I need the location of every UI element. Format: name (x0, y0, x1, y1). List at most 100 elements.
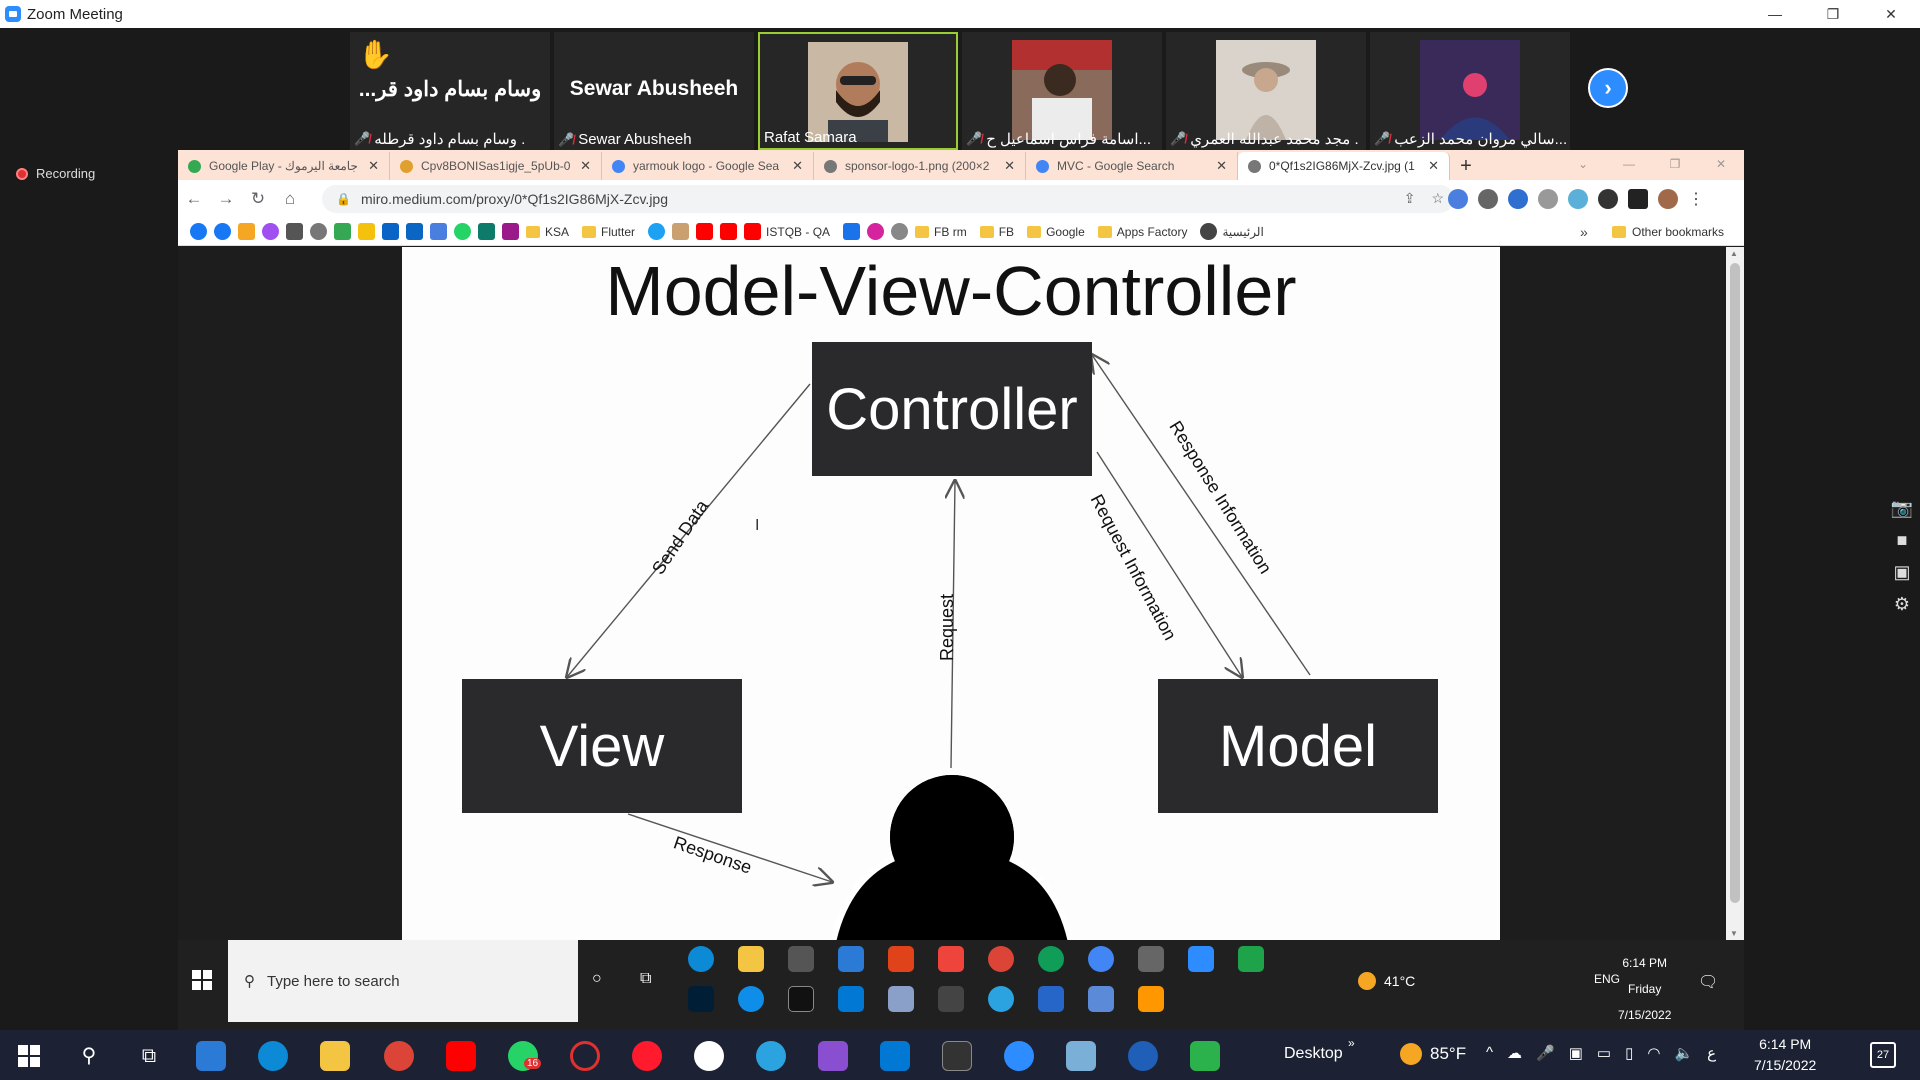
task-view-icon[interactable]: ⧉ (640, 970, 651, 988)
windows-start-icon[interactable] (192, 970, 212, 990)
toolbar-expand-icon[interactable]: » (1348, 1036, 1355, 1050)
close-button[interactable]: ✕ (1862, 0, 1920, 28)
browser-tab[interactable]: sponsor-logo-1.png (200×2 ✕ (814, 152, 1026, 180)
app-tray-icon[interactable]: ▣ (1569, 1044, 1583, 1062)
address-bar[interactable]: 🔒 miro.medium.com/proxy/0*Qf1s2IG86MjX-Z… (322, 185, 1454, 213)
restore-button[interactable]: ❐ (1804, 0, 1862, 28)
page-scrollbar[interactable]: ▲ ▼ (1726, 247, 1744, 940)
translate-icon[interactable] (430, 223, 447, 240)
scroll-up-icon[interactable]: ▲ (1730, 249, 1738, 258)
linkedin-icon[interactable] (406, 223, 423, 240)
close-icon[interactable]: ✕ (580, 158, 591, 174)
chrome-icon[interactable] (988, 946, 1014, 972)
app-icon[interactable] (1128, 1041, 1158, 1071)
extension-icon[interactable] (1538, 189, 1558, 209)
app-icon[interactable] (1088, 986, 1114, 1012)
desktop-toolbar-label[interactable]: Desktop (1284, 1045, 1343, 1063)
tab-search-icon[interactable]: ⌄ (1560, 150, 1606, 178)
reload-icon[interactable]: ↻ (242, 189, 274, 209)
wifi-icon[interactable]: ◠ (1647, 1044, 1660, 1062)
extension-icon[interactable] (1508, 189, 1528, 209)
cortana-icon[interactable]: ○ (592, 970, 602, 988)
extension-icon[interactable] (1568, 189, 1588, 209)
app-icon[interactable] (1190, 1041, 1220, 1071)
youtube-icon[interactable] (720, 223, 738, 240)
participant-tile[interactable]: 🎤̸ مجد محمد عبدالله العمري . (1166, 32, 1366, 150)
close-button[interactable]: ✕ (1698, 150, 1744, 178)
youtube-icon[interactable] (446, 1041, 476, 1071)
close-icon[interactable]: ✕ (368, 158, 379, 174)
participant-tile[interactable]: 🎤̸ اسامة فراس اسماعيل ح... (962, 32, 1162, 150)
edge-icon[interactable] (688, 946, 714, 972)
bookmark-link[interactable]: الرئيسية (1200, 223, 1264, 240)
app-icon[interactable] (694, 1041, 724, 1071)
minimize-button[interactable]: — (1746, 0, 1804, 28)
messenger-icon[interactable] (262, 223, 279, 240)
maximize-button[interactable]: ❐ (1652, 150, 1698, 178)
mail-icon[interactable] (196, 1041, 226, 1071)
apple-icon[interactable] (310, 223, 327, 240)
bookmark-icon[interactable] (502, 223, 519, 240)
browser-tab-active[interactable]: 0*Qf1s2IG86MjX-Zcv.jpg (1 ✕ (1238, 152, 1450, 180)
taskbar-search-box[interactable]: ⚲ Type here to search (228, 940, 578, 1022)
app-icon[interactable] (1038, 986, 1064, 1012)
windows-start-icon[interactable] (18, 1045, 40, 1067)
visual-studio-icon[interactable] (818, 1041, 848, 1071)
telegram-icon[interactable] (756, 1041, 786, 1071)
outlook-icon[interactable] (382, 223, 399, 240)
search-icon[interactable]: ⚲ (74, 1041, 104, 1071)
home-icon[interactable]: ⌂ (274, 189, 306, 209)
chevron-up-icon[interactable]: ^ (1486, 1044, 1493, 1062)
participant-tile[interactable]: ✋ ...وسام بسام داود قر 🎤̸ وسام بسام داود… (350, 32, 550, 150)
bookmark-icon[interactable] (358, 223, 375, 240)
video-icon[interactable]: ■ (1890, 530, 1914, 552)
terminal-icon[interactable] (788, 986, 814, 1012)
anydesk-icon[interactable] (938, 946, 964, 972)
bookmark-folder[interactable]: Apps Factory (1097, 225, 1187, 239)
mail-icon[interactable] (838, 946, 864, 972)
file-explorer-icon[interactable] (738, 946, 764, 972)
volume-icon[interactable]: 🔈 (1674, 1044, 1693, 1062)
facebook-icon[interactable] (214, 223, 231, 240)
scroll-down-icon[interactable]: ▼ (1730, 929, 1738, 938)
zoom-icon[interactable] (1004, 1041, 1034, 1071)
profile-avatar[interactable] (1658, 189, 1678, 209)
bookmark-icon[interactable] (478, 223, 495, 240)
share-icon[interactable]: ⇪ (1404, 190, 1416, 207)
at-icon[interactable] (891, 223, 909, 240)
phone-icon[interactable] (843, 223, 861, 240)
file-explorer-icon[interactable] (320, 1041, 350, 1071)
recording-indicator[interactable]: Recording (16, 166, 95, 181)
sublime-icon[interactable] (1138, 986, 1164, 1012)
screen-app-icon[interactable] (942, 1041, 972, 1071)
weather-widget[interactable]: 41°C (1358, 972, 1415, 990)
microphone-icon[interactable]: 🎤 (1536, 1044, 1555, 1062)
teamviewer-icon[interactable] (738, 986, 764, 1012)
browser-tab[interactable]: Cpv8BONISas1igje_5pUb-0 ✕ (390, 152, 602, 180)
next-participants-button[interactable]: › (1588, 68, 1628, 108)
settings-icon[interactable]: ⚙ (1890, 594, 1914, 616)
scroll-thumb[interactable] (1730, 263, 1740, 903)
participant-tile[interactable]: 🎤̸ سالي مروان محمد الزعب... (1370, 32, 1570, 150)
chart-app-icon[interactable] (1238, 946, 1264, 972)
back-icon[interactable]: ← (178, 189, 210, 209)
side-panel-icon[interactable] (1628, 189, 1648, 209)
opera-icon[interactable] (632, 1041, 662, 1071)
app-icon[interactable] (938, 986, 964, 1012)
facebook-icon[interactable] (190, 223, 207, 240)
vscode-icon[interactable] (838, 986, 864, 1012)
device-icon[interactable]: ▯ (1625, 1044, 1633, 1062)
bookmark-folder[interactable]: KSA (526, 225, 569, 239)
close-icon[interactable]: ✕ (792, 158, 803, 174)
instagram-icon[interactable] (867, 223, 885, 240)
menu-icon[interactable]: ⋮ (1688, 189, 1704, 209)
notification-center-icon[interactable]: 27 (1870, 1042, 1896, 1068)
task-view-icon[interactable]: ⧉ (134, 1041, 164, 1071)
extension-icon[interactable] (1478, 189, 1498, 209)
calculator-icon[interactable] (1138, 946, 1164, 972)
bookmark-folder[interactable]: FB rm (915, 225, 967, 239)
gallery-icon[interactable]: ▣ (1890, 562, 1914, 584)
bookmark-link[interactable]: ISTQB - QA (744, 223, 830, 240)
taskbar-clock[interactable]: 6:14 PM 7/15/2022 (1754, 1034, 1816, 1076)
telegram-icon[interactable] (988, 986, 1014, 1012)
